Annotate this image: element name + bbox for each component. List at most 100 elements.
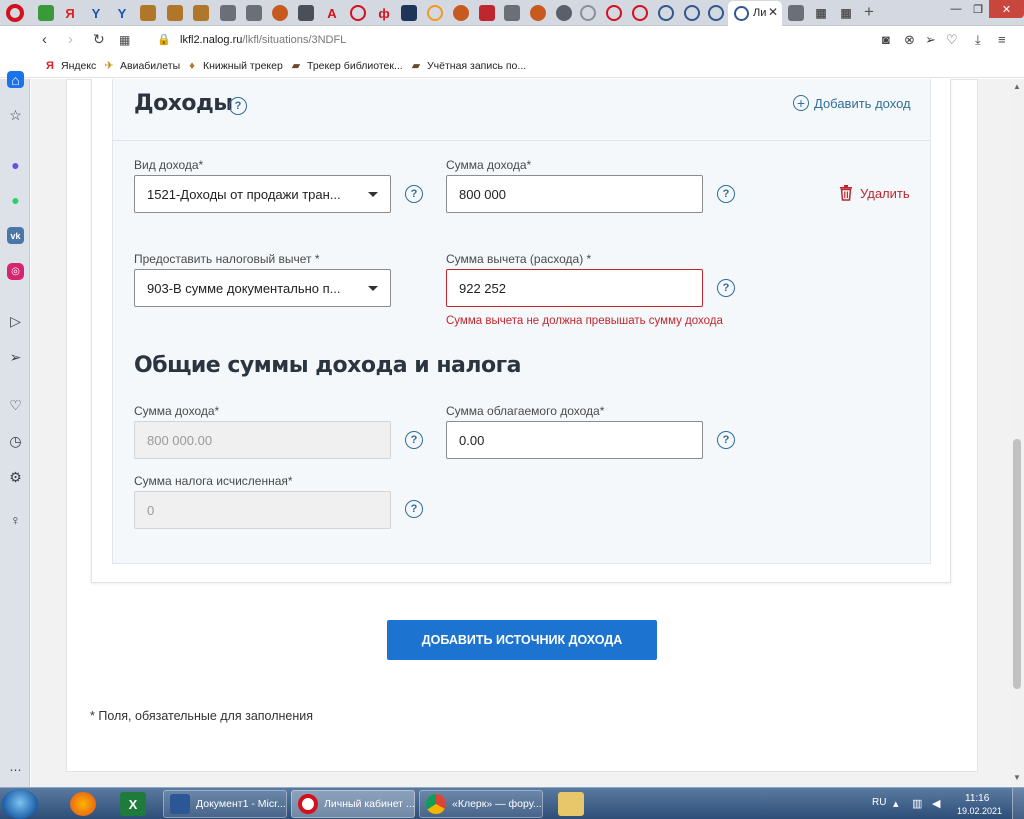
menu-icon[interactable]: ≡ [998,32,1006,47]
income-amount-help-icon[interactable]: ? [717,185,735,203]
firefox-icon[interactable] [70,792,96,816]
new-tab-plus-icon[interactable]: + [864,2,874,22]
taskbar-task-word[interactable]: Документ1 - Micr... [163,790,287,818]
tab-favicon-icon[interactable] [556,5,572,21]
star-icon[interactable]: ☆ [7,107,24,124]
bookmark-account[interactable]: ▰ Учётная запись по... [410,60,526,72]
lightbulb-icon[interactable]: ♀ [7,511,24,528]
tab-favicon-icon[interactable] [167,5,183,21]
close-window-icon[interactable]: ✕ [989,0,1024,18]
income-type-select[interactable]: 1521-Доходы от продажи тран... [134,175,391,213]
tab-favicon-icon[interactable] [401,5,417,21]
folder-icon[interactable] [558,792,584,816]
close-tab-icon[interactable]: ✕ [768,5,778,19]
deduction-amount-input[interactable]: 922 252 [446,269,703,307]
tab-doc-icon[interactable] [220,5,236,21]
scrollbar-thumb[interactable] [1013,439,1021,689]
history-icon[interactable]: ◷ [7,433,24,450]
messenger-icon[interactable]: ● [7,156,24,173]
tab-favicon-icon[interactable] [453,5,469,21]
taskbar-task-opera[interactable]: Личный кабинет ... [291,790,415,818]
taxable-income-input[interactable]: 0.00 [446,421,703,459]
tab-nalog-icon[interactable] [708,5,724,21]
back-icon[interactable]: ‹ [42,31,47,48]
delete-income-link[interactable]: Удалить [839,185,910,201]
maximize-window-icon[interactable]: ❐ [967,0,989,18]
tab-favicon-icon[interactable] [38,5,54,21]
add-income-source-button[interactable]: ДОБАВИТЬ ИСТОЧНИК ДОХОДА [387,620,657,660]
incomes-help-icon[interactable]: ? [229,97,247,115]
tab-doc-icon[interactable] [504,5,520,21]
tab-doc-icon[interactable] [788,5,804,21]
tab-y-icon[interactable]: Y [88,5,104,21]
bookmark-aviabilety[interactable]: ✈ Авиабилеты [103,60,180,72]
home-icon[interactable]: ⌂ [7,71,24,88]
taxable-income-help-icon[interactable]: ? [717,431,735,449]
instagram-icon[interactable]: ◎ [7,263,24,280]
bookmark-book-tracker[interactable]: ♦ Книжный трекер [186,60,283,72]
tab-favicon-icon[interactable] [530,5,546,21]
tab-favicon-icon[interactable] [272,5,288,21]
tab-grid-icon[interactable]: ▦ [813,5,829,21]
total-income-help-icon[interactable]: ? [405,431,423,449]
download-icon[interactable]: ⤓ [975,32,981,48]
tab-yandex-icon[interactable]: Я [62,5,78,21]
deduction-amount-help-icon[interactable]: ? [717,279,735,297]
income-amount-input[interactable]: 800 000 [446,175,703,213]
tab-nalog-icon[interactable] [658,5,674,21]
heart-icon[interactable]: ♡ [946,32,958,48]
url-field[interactable]: lkfl2.nalog.ru/lkfl/situations/3NDFL [180,34,346,46]
volume-icon[interactable]: ◀ [932,797,940,810]
heart-icon[interactable]: ♡ [7,397,24,414]
tab-y-icon[interactable]: Y [114,5,130,21]
tab-nalog-icon[interactable] [684,5,700,21]
show-desktop-button[interactable] [1012,788,1024,819]
tracker-blocker-icon[interactable]: ⊗ [904,32,915,48]
reload-icon[interactable]: ↻ [93,31,105,48]
page-scrollbar[interactable]: ▲ ▼ [1010,79,1024,787]
add-income-link[interactable]: + Добавить доход [793,95,911,111]
minimize-window-icon[interactable]: — [945,0,967,18]
clock-time[interactable]: 11:16 [965,793,989,804]
tab-favicon-icon[interactable] [632,5,648,21]
network-icon[interactable]: ▥ [912,797,922,810]
tab-doc-icon[interactable] [246,5,262,21]
settings-icon[interactable]: ⚙ [7,469,24,486]
scroll-up-icon[interactable]: ▲ [1013,82,1021,91]
active-tab[interactable]: Ли ✕ [728,1,782,26]
tab-a-icon[interactable]: A [324,5,340,21]
bookmark-library-tracker[interactable]: ▰ Трекер библиотек... [290,60,403,72]
snapshot-icon[interactable]: ◙ [882,32,890,47]
language-indicator[interactable]: RU [872,797,886,808]
tab-favicon-icon[interactable] [193,5,209,21]
start-button-icon[interactable] [2,789,38,819]
income-type-help-icon[interactable]: ? [405,185,423,203]
tray-arrow-icon[interactable]: ▴ [893,797,899,810]
send-icon[interactable]: ➢ [925,32,936,48]
opera-logo-icon[interactable] [6,4,24,22]
more-icon[interactable]: ⋯ [7,761,24,778]
scroll-down-icon[interactable]: ▼ [1013,773,1021,782]
tab-favicon-icon[interactable] [580,5,596,21]
tab-phi-icon[interactable]: ф [376,5,392,21]
clock-date[interactable]: 19.02.2021 [957,806,1002,816]
deduction-select[interactable]: 903-В сумме документально п... [134,269,391,307]
tab-grid-icon[interactable]: ▦ [838,5,854,21]
whatsapp-icon[interactable]: ● [7,191,24,208]
send-icon[interactable]: ➢ [7,349,24,366]
bookmark-yandex[interactable]: Я Яндекс [44,60,96,72]
excel-icon[interactable]: X [120,792,146,816]
tab-doc-icon[interactable] [298,5,314,21]
player-icon[interactable]: ▷ [7,313,24,330]
forward-icon[interactable]: › [68,31,73,48]
tab-favicon-icon[interactable] [479,5,495,21]
taskbar-task-chrome[interactable]: «Клерк» — фору... [419,790,543,818]
lock-icon[interactable]: 🔒 [157,33,171,46]
tab-opera-icon[interactable] [350,5,366,21]
tab-favicon-icon[interactable] [140,5,156,21]
tab-q-icon[interactable] [427,5,443,21]
tab-favicon-icon[interactable] [606,5,622,21]
vk-icon[interactable]: vk [7,227,24,244]
tax-calculated-help-icon[interactable]: ? [405,500,423,518]
speed-dial-icon[interactable]: ▦ [119,33,130,47]
